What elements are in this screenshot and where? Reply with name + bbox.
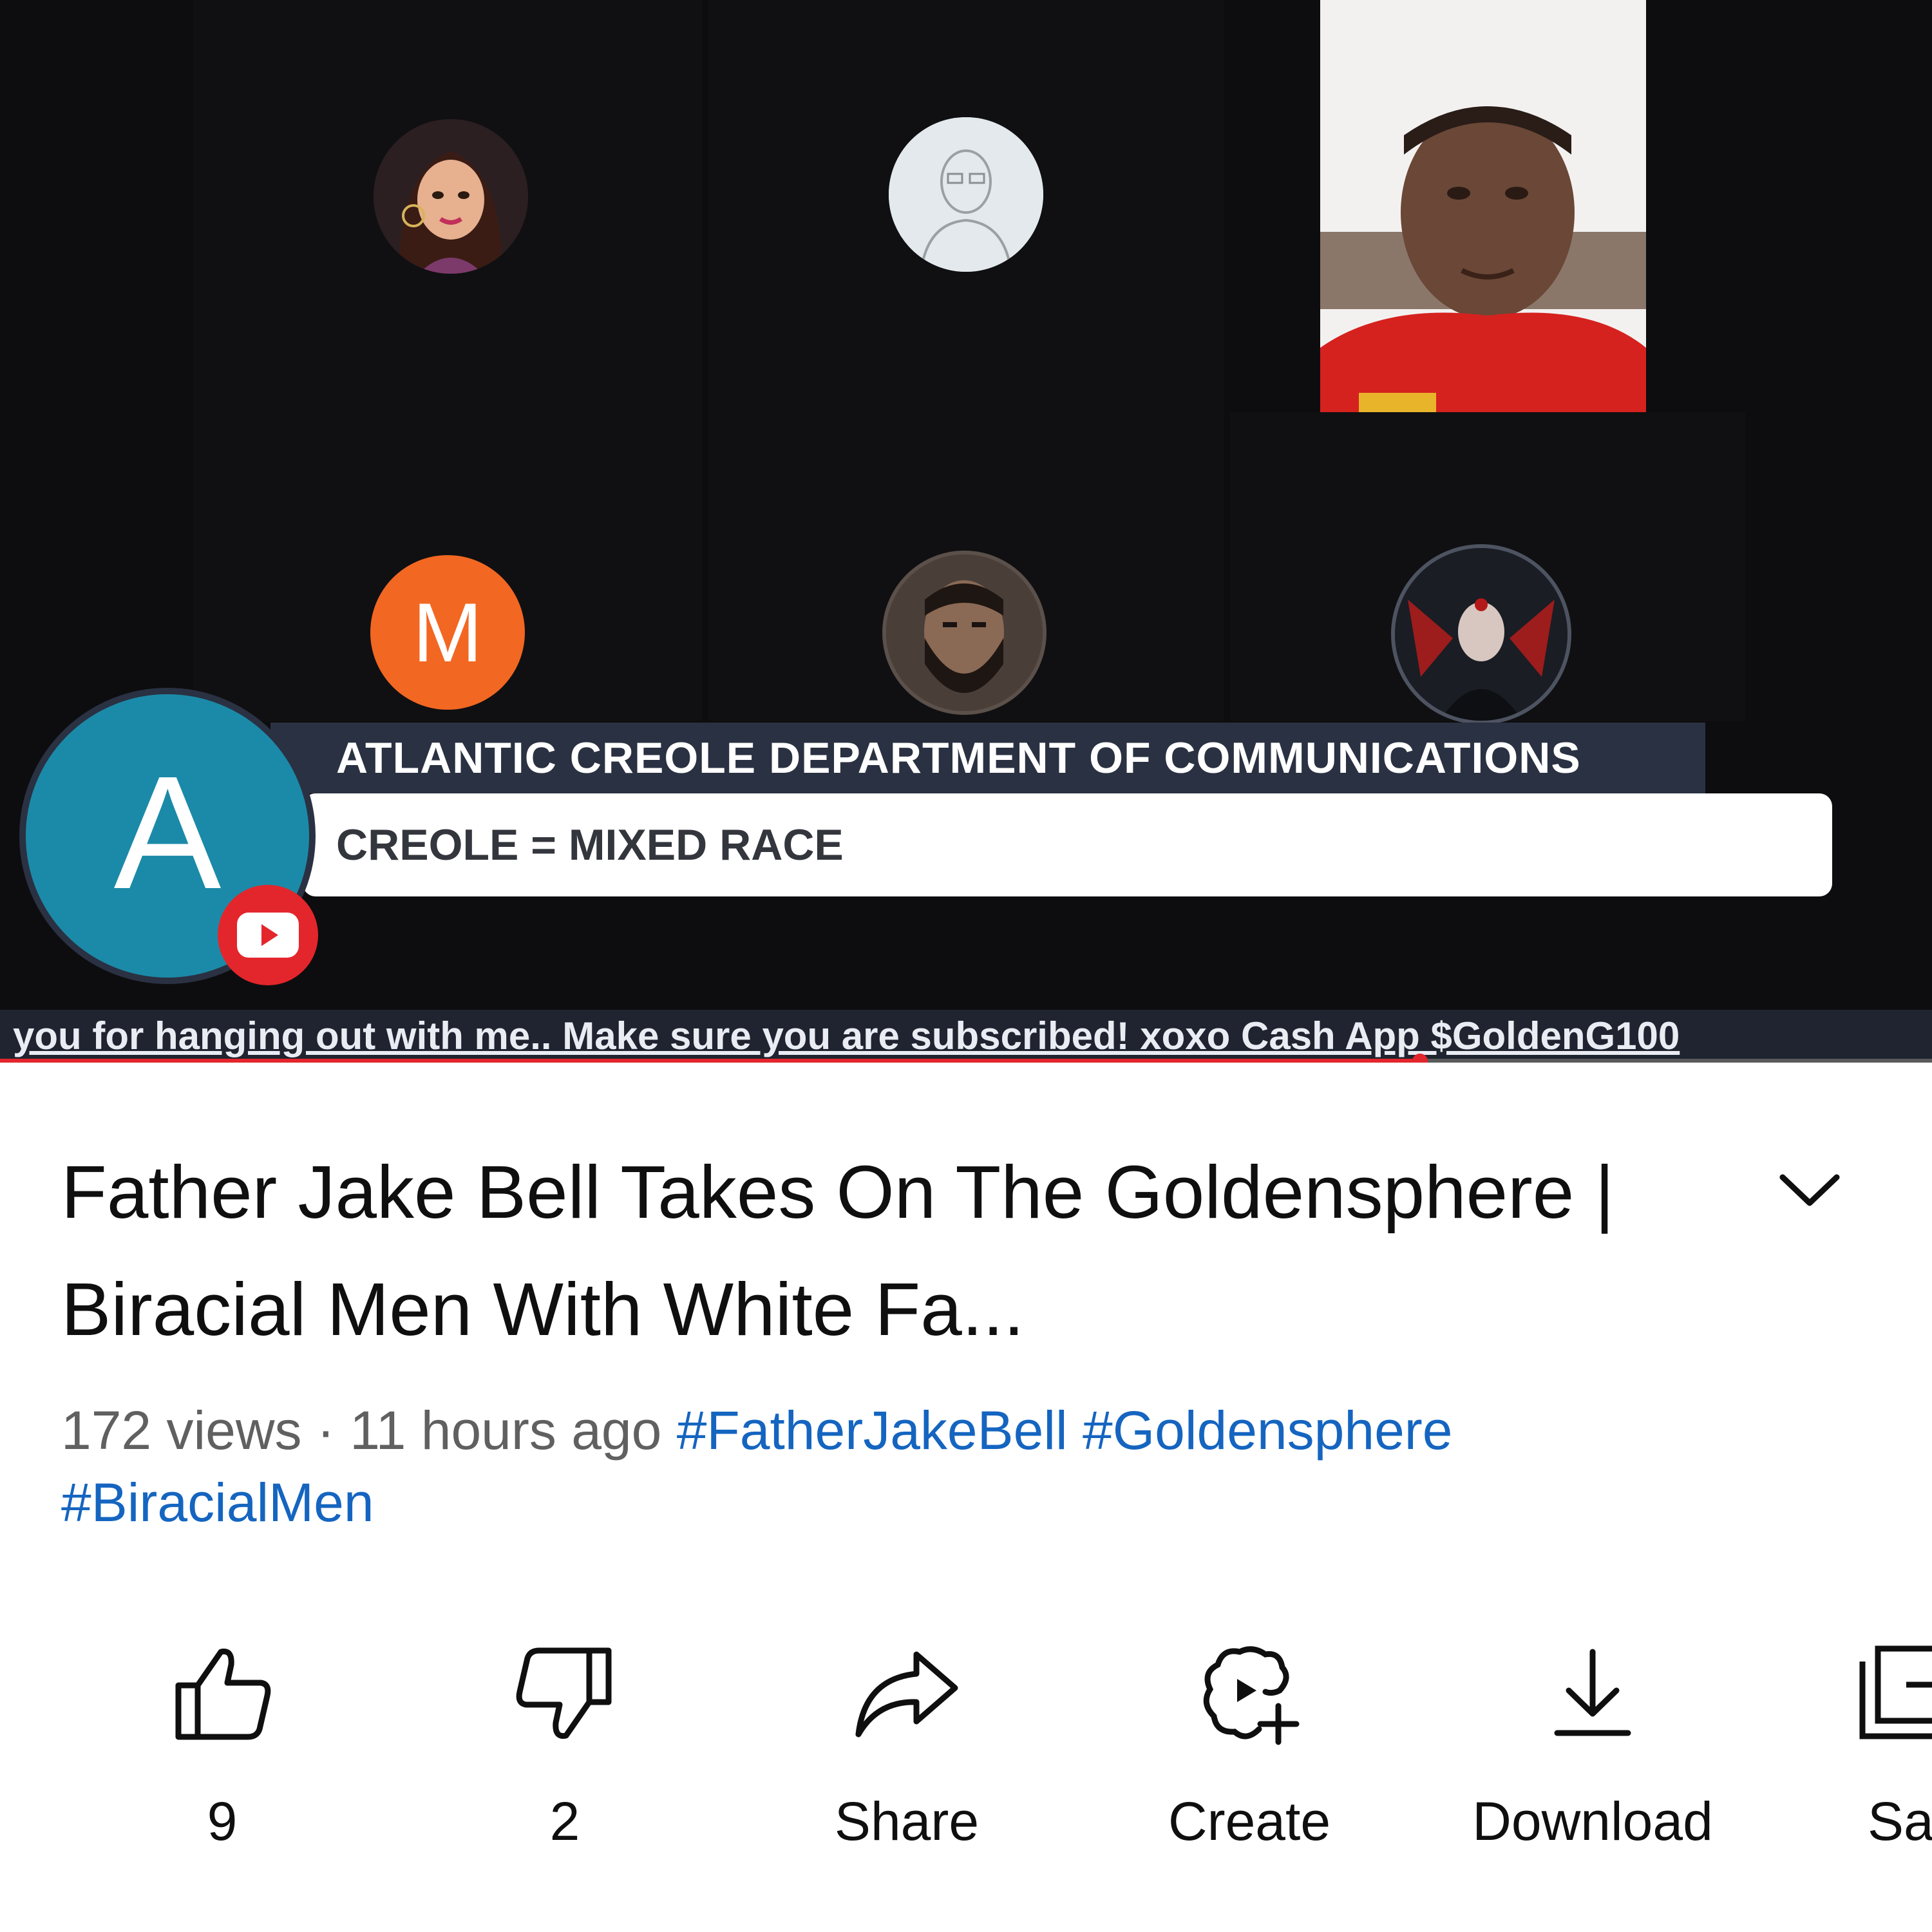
upload-age: 11 hours ago	[350, 1400, 662, 1461]
create-button[interactable]: Create	[1133, 1636, 1365, 1868]
download-button[interactable]: Download	[1472, 1636, 1713, 1868]
lower-third-title-bar: ATLANTIC CREOLE DEPARTMENT OF COMMUNICAT…	[270, 723, 1705, 793]
video-metadata: 172 views · 11 hours ago #FatherJakeBell…	[61, 1394, 1800, 1539]
lower-third-title: ATLANTIC CREOLE DEPARTMENT OF COMMUNICAT…	[336, 734, 1581, 782]
participant-avatar-sketch	[889, 117, 1043, 272]
participant-avatar-bearded-man	[882, 551, 1046, 715]
participant-camera-feed	[1320, 0, 1646, 412]
share-button[interactable]: Share	[791, 1636, 1023, 1868]
progress-bar-fill	[0, 1059, 1420, 1063]
video-player[interactable]: M ATLANTIC CREOLE DEPARTMENT OF COMMUNIC…	[0, 0, 1932, 1063]
like-count: 9	[207, 1791, 238, 1852]
video-title[interactable]: Father Jake Bell Takes On The Goldensphe…	[61, 1133, 1736, 1368]
create-sparkle-icon	[1191, 1636, 1307, 1752]
dislike-button[interactable]: 2	[449, 1636, 681, 1868]
create-label: Create	[1168, 1791, 1331, 1852]
like-button[interactable]: 9	[106, 1636, 338, 1868]
expand-description-button[interactable]	[1771, 1159, 1848, 1224]
save-button[interactable]: Sa	[1855, 1636, 1932, 1868]
download-icon	[1535, 1636, 1651, 1752]
view-count: 172 views	[61, 1400, 302, 1461]
ticker-text: you for hanging out with me.. Make sure …	[13, 1014, 1680, 1057]
meta-separator: ·	[316, 1400, 335, 1461]
chevron-down-icon	[1779, 1174, 1840, 1206]
progress-bar[interactable]	[0, 1054, 1932, 1063]
participant-avatar-woman	[374, 119, 528, 274]
participant-avatar-m: M	[370, 555, 525, 710]
share-arrow-icon	[849, 1636, 965, 1752]
participant-avatar-dark-figure	[1391, 544, 1571, 724]
hashtag-link[interactable]: #Goldensphere	[1083, 1400, 1452, 1461]
save-label: Sa	[1868, 1791, 1932, 1852]
avatar-letter: M	[412, 585, 483, 679]
download-label: Download	[1472, 1791, 1713, 1852]
lower-third-subtitle: CREOLE = MIXED RACE	[336, 820, 844, 869]
save-playlist-icon	[1855, 1636, 1932, 1752]
lower-third-subtitle-bar: CREOLE = MIXED RACE	[303, 793, 1832, 896]
share-label: Share	[834, 1791, 980, 1852]
host-avatar-letter: A	[113, 743, 222, 922]
hashtag-link[interactable]: #FatherJakeBell	[677, 1400, 1068, 1461]
thumbs-down-icon	[507, 1636, 623, 1752]
hashtag-link[interactable]: #BiracialMen	[61, 1472, 374, 1533]
youtube-badge-icon	[218, 885, 318, 985]
thumbs-up-icon	[164, 1636, 280, 1752]
dislike-count: 2	[549, 1791, 580, 1852]
ticker-bar: you for hanging out with me.. Make sure …	[0, 1010, 1932, 1063]
